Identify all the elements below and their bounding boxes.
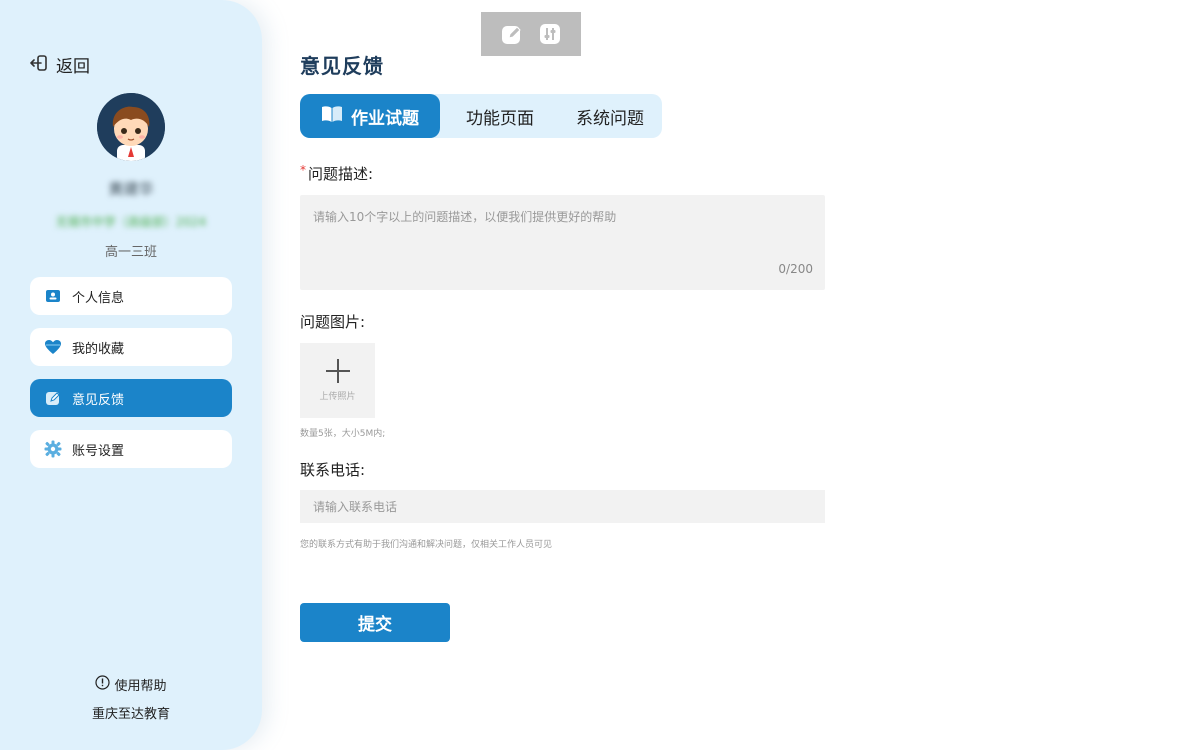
phone-label: 联系电话: (300, 461, 366, 479)
sidebar-item-feedback[interactable]: 意见反馈 (30, 379, 232, 417)
required-mark: * (300, 163, 306, 177)
user-name: 黄建华 (108, 180, 154, 198)
sidebar-item-favorites[interactable]: 我的收藏 (30, 328, 232, 366)
char-counter: 0/200 (778, 262, 813, 276)
plus-icon (325, 359, 350, 383)
sidebar-item-label: 账号设置 (72, 443, 125, 459)
submit-button[interactable]: 提交 (300, 603, 450, 642)
images-hint: 数量5张，大小5M内; (300, 429, 386, 439)
upload-photo-button[interactable]: 上传照片 (300, 343, 375, 418)
floating-toolbar (481, 12, 581, 56)
tab-label: 系统问题 (576, 108, 644, 129)
heart-icon (44, 338, 62, 356)
upload-label: 上传照片 (319, 392, 356, 402)
gear-icon (44, 440, 62, 458)
sidebar-menu: 个人信息 我的收藏 意见反馈 账号设置 (30, 277, 232, 481)
page-title: 意见反馈 (300, 54, 384, 78)
tab-homework[interactable]: 作业试题 (300, 94, 440, 138)
sidebar-item-label: 个人信息 (72, 290, 125, 306)
tab-function-page[interactable]: 功能页面 (440, 94, 560, 138)
sidebar-item-profile[interactable]: 个人信息 (30, 277, 232, 315)
id-card-icon (44, 287, 62, 305)
tab-system-issue[interactable]: 系统问题 (560, 94, 660, 138)
back-button[interactable]: 返回 (30, 52, 90, 77)
tab-label: 作业试题 (351, 108, 419, 129)
description-input[interactable] (300, 195, 825, 290)
sidebar-item-settings[interactable]: 账号设置 (30, 430, 232, 468)
avatar (97, 93, 165, 161)
sidebar-item-label: 我的收藏 (72, 341, 125, 357)
phone-input[interactable] (300, 490, 825, 523)
description-label-text: 问题描述: (308, 165, 374, 183)
tab-label: 功能页面 (466, 108, 534, 129)
description-label: * 问题描述: (300, 163, 373, 184)
images-label: 问题图片: (300, 313, 366, 331)
back-label: 返回 (56, 57, 90, 77)
book-icon (321, 104, 343, 129)
edit-icon[interactable] (501, 23, 523, 45)
edit-icon (44, 389, 62, 407)
back-arrow-icon (30, 54, 48, 76)
sidebar: 返回 黄建华 无锡市中学（高级部）2024 高一三班 个人信息 我的收藏 意见反… (0, 0, 262, 750)
user-class: 高一三班 (104, 245, 157, 260)
brand-name: 重庆至达教育 (91, 707, 170, 722)
sidebar-item-label: 意见反馈 (72, 392, 125, 408)
category-tabs: 作业试题 功能页面 系统问题 (300, 94, 662, 138)
info-icon (95, 675, 111, 694)
phone-hint: 您的联系方式有助于我们沟通和解决问题，仅相关工作人员可见 (300, 540, 553, 550)
user-school: 无锡市中学（高级部）2024 (55, 215, 207, 229)
description-field: 0/200 (300, 195, 825, 290)
help-label: 使用帮助 (114, 679, 167, 694)
sliders-icon[interactable] (539, 23, 561, 45)
phone-field (300, 490, 825, 523)
help-link[interactable]: 使用帮助 (0, 675, 262, 694)
